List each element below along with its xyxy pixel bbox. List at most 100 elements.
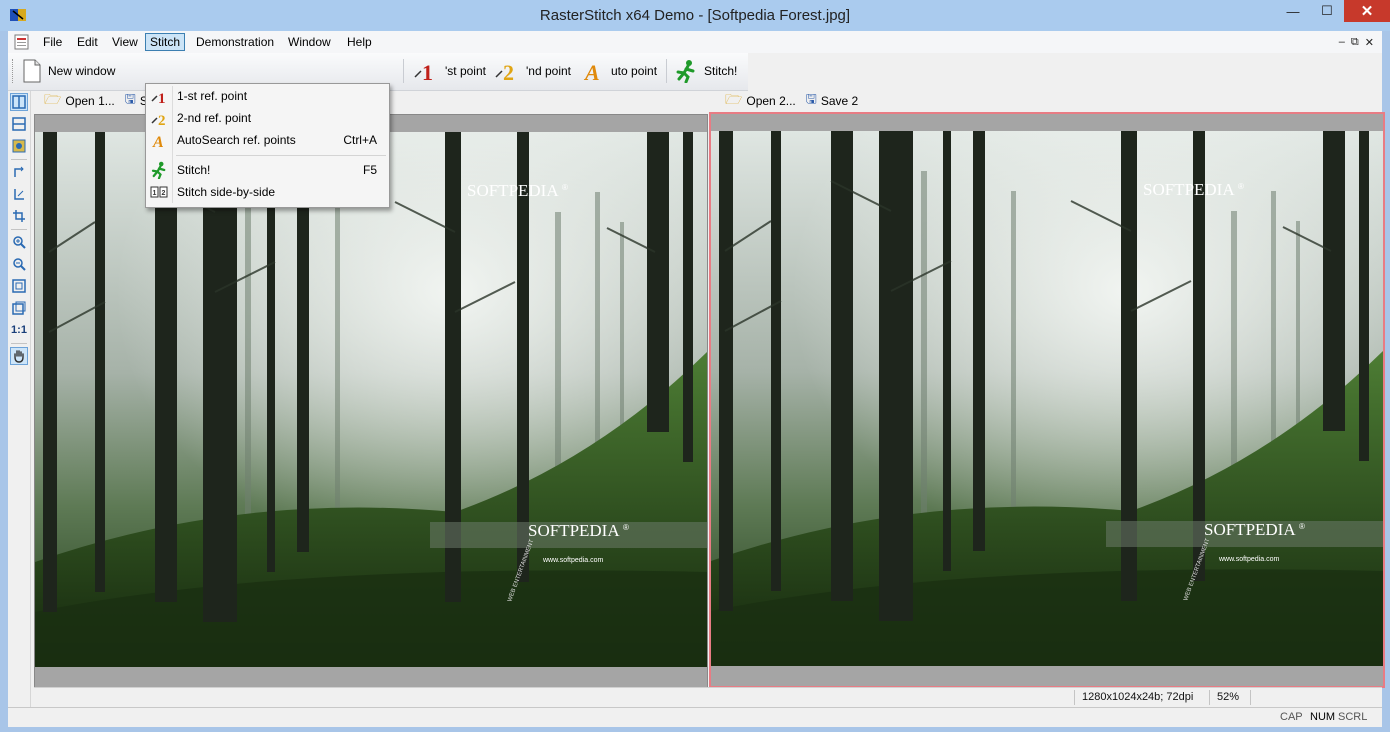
menu-item-label: Stitch side-by-side (177, 184, 276, 199)
stitch-menu-dropdown: 1 1-st ref. point 2 2-nd ref. point A Au… (145, 83, 390, 208)
new-window-button[interactable]: New window (22, 58, 115, 84)
ref-point-2-label: 'nd point (526, 64, 571, 78)
ref-point-1-button[interactable]: 1 'st point (413, 58, 486, 84)
svg-text:1: 1 (158, 91, 166, 105)
new-document-icon (23, 59, 41, 83)
status-separator (1209, 690, 1210, 705)
svg-text:1: 1 (153, 190, 157, 197)
auto-point-button[interactable]: A uto point (583, 58, 657, 84)
close-button[interactable]: ✕ (1344, 0, 1390, 22)
ref-point-1-icon: 1 (146, 87, 172, 105)
mdi-minimize-button[interactable]: – (1339, 36, 1345, 49)
forest-image: SOFTPEDIA ® SOFTPEDIA ® www.softpedia.co… (35, 132, 707, 667)
auto-search-icon: A (583, 60, 600, 83)
actual-size-icon[interactable]: 1:1 (10, 321, 28, 339)
fit-width-icon[interactable] (10, 299, 28, 317)
ref-point-1-icon: 1 (414, 60, 433, 83)
menu-separator (176, 155, 386, 156)
save-2-button[interactable]: Save 2 (821, 94, 858, 108)
status-bar: CAP NUM SCRL (8, 707, 1382, 727)
svg-text:2: 2 (158, 113, 166, 127)
menu-item-label: Stitch! (177, 162, 211, 177)
auto-point-label: uto point (611, 64, 658, 78)
open-folder-icon: 🗁 (725, 91, 743, 107)
ref-point-2-button[interactable]: 2 'nd point (494, 58, 571, 84)
zoom-in-icon[interactable] (10, 233, 28, 251)
status-separator (1250, 690, 1251, 705)
maximize-button[interactable]: ☐ (1310, 0, 1344, 22)
menu-item-2nd-ref-point[interactable]: 2 2-nd ref. point (146, 107, 389, 128)
right-image-pane[interactable]: SOFTPEDIA ® SOFTPEDIA ® www.softpedia.co… (709, 112, 1385, 688)
menu-item-1st-ref-point[interactable]: 1 1-st ref. point (146, 85, 389, 106)
menu-item-stitch[interactable]: Stitch! F5 (146, 159, 389, 180)
svg-text:A: A (152, 134, 164, 149)
menu-stitch[interactable]: Stitch (145, 33, 186, 51)
watermark-bottom-reg: ® (1299, 522, 1305, 531)
stitch-label: Stitch! (704, 64, 738, 78)
ref-point-2-icon: 2 (146, 109, 172, 127)
right-panel-toolbar: 🗁 Open 2... 🖫 Save 2 (725, 91, 858, 111)
ref-point-2-icon: 2 (495, 60, 514, 83)
svg-text:2: 2 (162, 190, 166, 197)
menu-view[interactable]: View (108, 34, 142, 50)
split-vertical-icon[interactable] (10, 93, 28, 111)
watermark-top: SOFTPEDIA (1143, 180, 1235, 199)
menu-window[interactable]: Window (284, 34, 335, 50)
crop-icon[interactable] (10, 207, 28, 225)
sidebar-divider (11, 343, 27, 344)
zoom-out-icon[interactable] (10, 255, 28, 273)
svg-text:2: 2 (503, 60, 514, 83)
flip-icon[interactable] (10, 185, 28, 203)
sidebar-divider (11, 229, 27, 230)
main-window: File Edit View Stitch Demonstration Wind… (8, 31, 1385, 727)
menu-item-side-by-side[interactable]: 12 Stitch side-by-side (146, 181, 389, 202)
stitch-icon (676, 60, 695, 83)
svg-text:1: 1 (422, 60, 433, 83)
minimize-button[interactable]: — (1276, 0, 1310, 22)
menu-edit[interactable]: Edit (73, 34, 102, 50)
fit-window-icon[interactable] (10, 277, 28, 295)
forest-image: SOFTPEDIA ® SOFTPEDIA ® www.softpedia.co… (711, 131, 1383, 666)
watermark-top: SOFTPEDIA (467, 181, 559, 200)
open-folder-icon: 🗁 (44, 91, 62, 107)
window-title: RasterStitch x64 Demo - [Softpedia Fores… (539, 7, 851, 24)
menu-file[interactable]: File (39, 34, 66, 50)
hand-pan-icon[interactable] (10, 347, 28, 365)
tool-sidebar: 1:1 (8, 91, 31, 726)
ref-point-1-label: 'st point (445, 64, 486, 78)
image-status-bar: 1280x1024x24b; 72dpi 52% (34, 687, 1382, 707)
menu-item-label: AutoSearch ref. points (177, 132, 296, 147)
menu-help[interactable]: Help (343, 34, 376, 50)
toolbar-separator (666, 59, 667, 83)
watermark-bottom-reg: ® (623, 523, 629, 532)
menu-item-autosearch[interactable]: A AutoSearch ref. points Ctrl+A (146, 129, 389, 150)
title-bar: RasterStitch x64 Demo - [Softpedia Fores… (0, 0, 1390, 31)
watermark-bottom: SOFTPEDIA (528, 521, 620, 540)
auto-search-icon: A (146, 131, 172, 149)
document-icon[interactable] (13, 33, 31, 51)
mdi-restore-button[interactable]: ⧉ (1351, 36, 1359, 49)
watermark-top-reg: ® (1238, 182, 1244, 191)
mdi-close-button[interactable]: ✕ (1365, 36, 1374, 49)
stitch-button[interactable]: Stitch! (674, 58, 737, 84)
menu-bar: File Edit View Stitch Demonstration Wind… (8, 31, 1382, 53)
menu-item-shortcut: F5 (362, 162, 377, 177)
stitch-icon (146, 161, 172, 179)
open-2-button[interactable]: Open 2... (746, 94, 795, 108)
scroll-lock-indicator: SCRL (1338, 711, 1368, 723)
split-horizontal-icon[interactable] (10, 115, 28, 133)
sidebar-divider (11, 159, 27, 160)
watermark-url: www.softpedia.com (1218, 556, 1279, 563)
toolbar-grip[interactable] (12, 59, 16, 83)
rotate-icon[interactable] (10, 163, 28, 181)
open-1-button[interactable]: Open 1... (65, 94, 114, 108)
num-lock-indicator: NUM (1310, 711, 1336, 723)
menu-item-label: 2-nd ref. point (177, 110, 252, 125)
watermark-top-reg: ® (562, 183, 568, 192)
new-window-label: New window (48, 64, 116, 78)
image-info: 1280x1024x24b; 72dpi (1082, 691, 1194, 703)
menu-demonstration[interactable]: Demonstration (192, 34, 278, 50)
overlay-view-icon[interactable] (10, 137, 28, 155)
menu-item-label: 1-st ref. point (177, 88, 248, 103)
save-icon: 🖫 (805, 91, 817, 106)
